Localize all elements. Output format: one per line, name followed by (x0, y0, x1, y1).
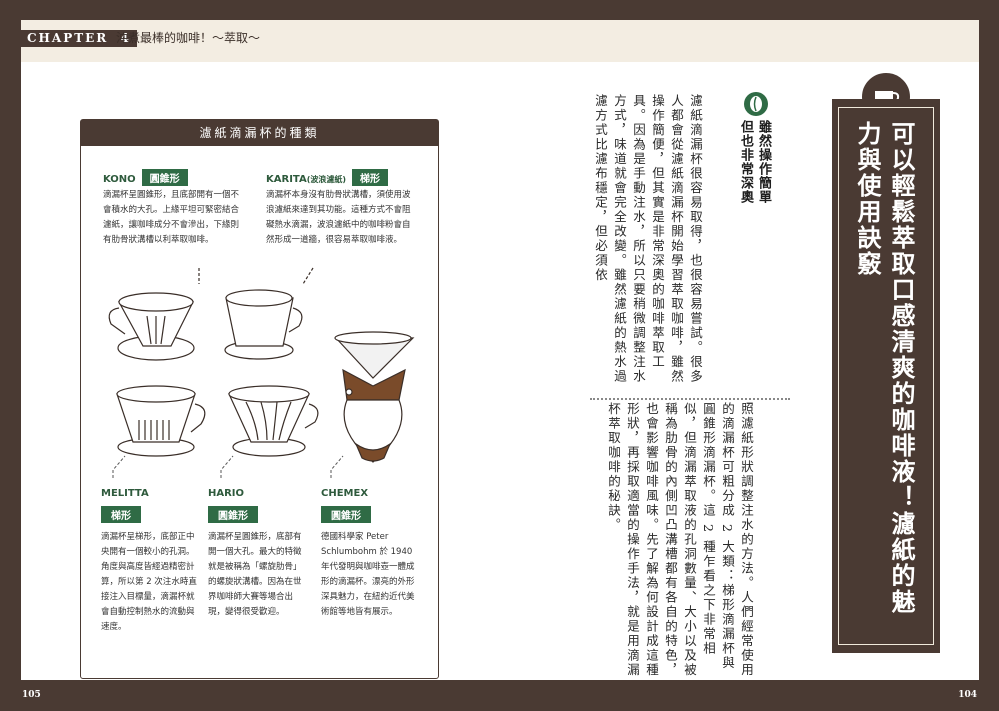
karita-tag: 梯形 (352, 169, 389, 186)
box-title: 濾紙滴漏杯的種類 (81, 120, 438, 146)
chemex-icon (334, 331, 415, 463)
kono-tag: 圓錐形 (141, 169, 188, 186)
melitta-desc: 滴漏杯呈梯形，底部正中央開有一個較小的孔洞。角度與高度皆經過精密計算，所以第 2… (101, 532, 197, 632)
intro-paragraph: 濾紙滴漏杯很容易取得，也很容易嘗試。很多人都會從濾紙滴漏杯開始學習萃取咖啡，雖然… (593, 94, 703, 384)
hario-tag: 圓錐形 (208, 506, 258, 523)
dotted-divider (590, 398, 790, 400)
right-page-number: 104 (958, 690, 977, 700)
kono-desc: 滴漏杯呈圓錐形，且底部開有一個不會積水的大孔。上緣平坦可緊密結合濾紙，讓咖啡成分… (103, 190, 240, 245)
body-paragraph: 照濾紙形狀調整注水的方法。人們經常使用的滴漏杯可粗分成 2 大類：梯形滴漏杯與圓… (606, 402, 754, 678)
kono-label: KONO 圓錐形 (103, 169, 188, 186)
chemex-tag: 圓錐形 (321, 506, 371, 523)
melitta-tag: 梯形 (101, 506, 141, 523)
header-title: 沖煮最棒的咖啡！～萃取～ (116, 31, 261, 45)
melitta-label: MELITTA (101, 488, 149, 499)
dripper-types-box: 濾紙滴漏杯的種類 KONO 圓錐形 滴漏杯呈圓錐形，且底部開有一個不會積水的大孔。… (80, 119, 439, 679)
hario-label: HARIO (208, 488, 245, 499)
dripper-illustrations (108, 267, 415, 480)
title-panel: 可以輕鬆萃取口感清爽的咖啡液！濾紙的魅力與使用訣竅 (832, 99, 940, 653)
karita-dripper-icon (224, 267, 314, 360)
chapter-header: CHAPTER 4 沖煮最棒的咖啡！～萃取～ (21, 20, 979, 62)
spread: CHAPTER 4 沖煮最棒的咖啡！～萃取～ 濾紙滴漏杯的種類 KONO 圓錐形 … (0, 0, 999, 711)
label-leaders (112, 455, 344, 480)
karita-label: KARITA(波浪濾紙) 梯形 (266, 169, 389, 186)
karita-desc: 滴漏杯本身沒有肋骨狀溝槽，須使用波浪濾紙來達到其功能。這種方式不會阻礙熱水滴漏，… (266, 190, 411, 245)
hario-dripper-icon (228, 385, 319, 457)
main-title: 可以輕鬆萃取口感清爽的咖啡液！濾紙的魅力與使用訣竅 (853, 121, 915, 615)
page-paper: CHAPTER 4 沖煮最棒的咖啡！～萃取～ 濾紙滴漏杯的種類 KONO 圓錐形 … (21, 20, 979, 680)
hario-desc: 滴漏杯呈圓錐形，底部有開一個大孔。最大的特徵就是被稱為「螺旋肋骨」的螺旋狀溝槽。… (208, 532, 302, 617)
coffee-bean-icon (744, 92, 768, 116)
left-page-number: 105 (22, 690, 41, 700)
melitta-dripper-icon (116, 385, 206, 457)
section-heading: 雖然操作簡單 但也非常深奧 (738, 120, 771, 204)
chemex-desc: 德國科學家 Peter Schlumbohm 於 1940 年代發明與咖啡壺一體… (321, 532, 415, 617)
chemex-label: CHEMEX (321, 488, 369, 499)
kono-dripper-icon (108, 268, 200, 361)
